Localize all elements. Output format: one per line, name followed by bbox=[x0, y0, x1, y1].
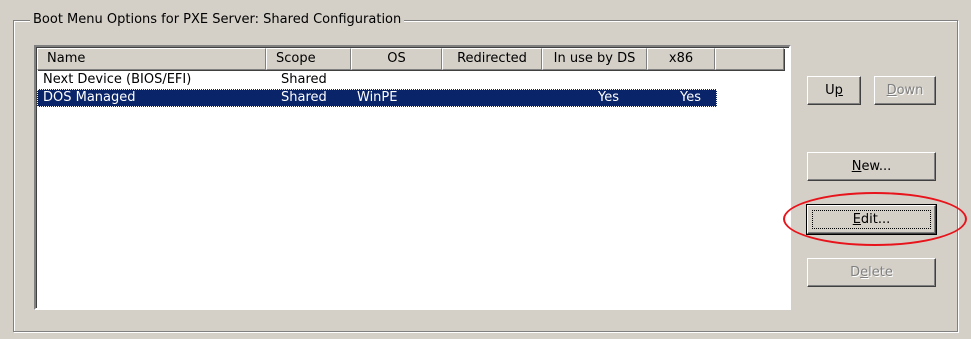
column-header-in-use-by-ds[interactable]: In use by DS bbox=[542, 48, 647, 70]
cell-name: DOS Managed bbox=[43, 90, 136, 105]
up-label-pre: U bbox=[825, 83, 835, 98]
delete-label-pre: D bbox=[850, 265, 861, 280]
delete-label-post: lete bbox=[868, 265, 893, 280]
cell-x86 bbox=[647, 71, 715, 89]
column-header-x86[interactable]: x86 bbox=[647, 48, 715, 70]
column-header-os[interactable]: OS bbox=[351, 48, 442, 70]
down-label-post: own bbox=[896, 83, 924, 98]
column-header-redirected[interactable]: Redirected bbox=[442, 48, 542, 70]
cell-redirected bbox=[442, 71, 542, 89]
up-accelerator: p bbox=[834, 83, 843, 98]
column-header-name[interactable]: Name bbox=[37, 48, 266, 70]
cell-os: WinPE bbox=[357, 90, 398, 105]
table-row[interactable]: DOS Managed Shared WinPE Yes Yes bbox=[37, 89, 717, 107]
down-accelerator: D bbox=[886, 83, 897, 98]
cell-in-use: Yes bbox=[598, 90, 619, 105]
down-button[interactable]: Down bbox=[874, 76, 936, 105]
up-button[interactable]: Up bbox=[807, 76, 861, 105]
cell-scope: Shared bbox=[281, 72, 327, 87]
boot-options-list[interactable]: Name Scope OS Redirected In use by DS x8… bbox=[34, 45, 791, 310]
cell-x86: Yes bbox=[680, 90, 701, 105]
edit-button[interactable]: Edit... bbox=[806, 204, 937, 235]
delete-accelerator: e bbox=[860, 265, 869, 280]
new-button[interactable]: New... bbox=[807, 152, 936, 181]
new-accelerator: N bbox=[851, 159, 862, 174]
cell-redirected bbox=[442, 89, 542, 107]
new-label-post: ew... bbox=[861, 159, 892, 174]
focus-rectangle bbox=[812, 210, 931, 229]
delete-button[interactable]: Delete bbox=[807, 258, 936, 287]
column-header-blank[interactable] bbox=[715, 48, 784, 70]
cell-in-use bbox=[542, 71, 647, 89]
list-rows: Next Device (BIOS/EFI) Shared DOS Manage… bbox=[37, 71, 789, 107]
cell-os bbox=[351, 71, 442, 89]
cell-name: Next Device (BIOS/EFI) bbox=[43, 72, 192, 87]
table-row[interactable]: Next Device (BIOS/EFI) Shared bbox=[37, 71, 789, 89]
column-header-scope[interactable]: Scope bbox=[266, 48, 351, 70]
cell-scope: Shared bbox=[281, 90, 327, 105]
list-header: Name Scope OS Redirected In use by DS x8… bbox=[37, 48, 789, 70]
groupbox-title: Boot Menu Options for PXE Server: Shared… bbox=[30, 11, 405, 29]
